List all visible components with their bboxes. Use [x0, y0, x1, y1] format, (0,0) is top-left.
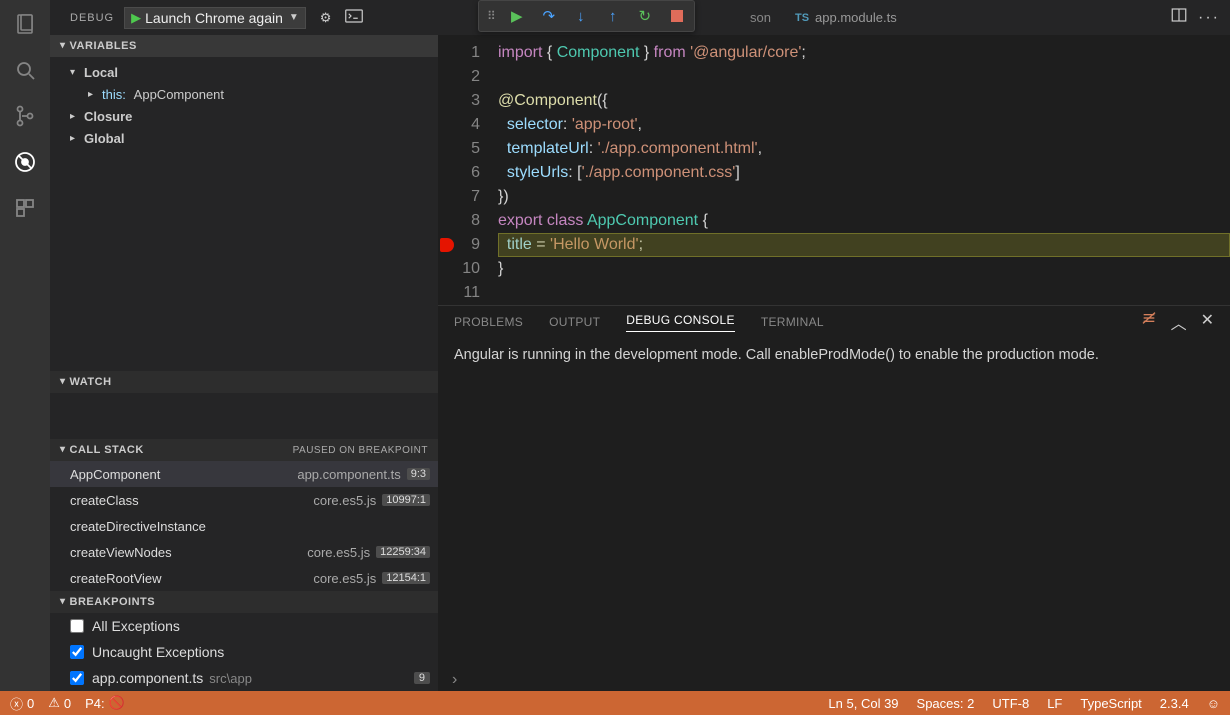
- debug-icon[interactable]: [11, 148, 39, 176]
- callstack-frame[interactable]: createRootViewcore.es5.js12154:1: [50, 565, 438, 591]
- variables-local[interactable]: ▾Local: [50, 61, 438, 83]
- breakpoint-item[interactable]: All Exceptions: [50, 613, 438, 639]
- chevron-down-icon: ▼: [289, 12, 299, 23]
- status-port[interactable]: P4: 🚫: [85, 695, 125, 711]
- source-control-icon[interactable]: [11, 102, 39, 130]
- step-over-button[interactable]: ↷: [540, 7, 558, 25]
- activity-bar: [0, 0, 50, 691]
- split-editor-icon[interactable]: [1170, 6, 1188, 29]
- breakpoint-item[interactable]: Uncaught Exceptions: [50, 639, 438, 665]
- stop-button[interactable]: [668, 7, 686, 25]
- variables-label: VARIABLES: [70, 40, 137, 52]
- chevron-up-icon[interactable]: ︿: [1171, 310, 1187, 334]
- bottom-panel: PROBLEMS OUTPUT DEBUG CONSOLE TERMINAL ︿…: [438, 305, 1230, 691]
- gear-icon[interactable]: ⚙: [320, 10, 332, 26]
- code-editor[interactable]: 1234567891011 import { Component } from …: [438, 35, 1230, 305]
- callstack-frame[interactable]: createViewNodescore.es5.js12259:34: [50, 539, 438, 565]
- search-icon[interactable]: [11, 56, 39, 84]
- breakpoint-checkbox[interactable]: [70, 671, 84, 685]
- play-icon: ▶: [131, 10, 141, 26]
- ts-icon: TS: [795, 12, 809, 24]
- continue-button[interactable]: ▶: [508, 7, 526, 25]
- status-lang[interactable]: TypeScript: [1080, 696, 1141, 711]
- step-out-button[interactable]: ↑: [604, 7, 622, 25]
- watch-section-header[interactable]: ▾WATCH: [50, 371, 438, 393]
- variables-global[interactable]: ▸Global: [50, 127, 438, 149]
- tab-app-module[interactable]: TSapp.module.ts: [783, 0, 909, 35]
- restart-button[interactable]: ↻: [636, 7, 654, 25]
- launch-config-label: Launch Chrome again: [145, 10, 283, 26]
- status-version[interactable]: 2.3.4: [1160, 696, 1189, 711]
- debug-console-icon[interactable]: [345, 9, 363, 26]
- breakpoint-marker[interactable]: [440, 238, 454, 252]
- callstack-frame[interactable]: createDirectiveInstance: [50, 513, 438, 539]
- clear-console-icon[interactable]: [1141, 310, 1157, 334]
- feedback-icon[interactable]: ☺: [1207, 696, 1220, 711]
- status-spaces[interactable]: Spaces: 2: [917, 696, 975, 711]
- tab-problems[interactable]: PROBLEMS: [454, 315, 523, 329]
- watch-label: WATCH: [70, 376, 112, 388]
- debug-sidebar: DEBUG ▶ Launch Chrome again ▼ ⚙ ▾VARIABL…: [50, 0, 438, 691]
- console-output: Angular is running in the development mo…: [454, 344, 1214, 366]
- tab-output[interactable]: OUTPUT: [549, 315, 600, 329]
- breakpoints-label: BREAKPOINTS: [70, 596, 156, 608]
- status-warnings[interactable]: ⚠ 0: [48, 695, 71, 711]
- variables-closure[interactable]: ▸Closure: [50, 105, 438, 127]
- callstack-frame[interactable]: AppComponentapp.component.ts9:3: [50, 461, 438, 487]
- panel-tabs: PROBLEMS OUTPUT DEBUG CONSOLE TERMINAL ︿…: [438, 306, 1230, 338]
- debug-toolbar[interactable]: ⠿ ▶ ↷ ↓ ↑ ↻: [478, 0, 695, 32]
- repl-input[interactable]: ›: [438, 669, 1230, 691]
- tab-json-partial[interactable]: son: [738, 0, 783, 35]
- breakpoint-item[interactable]: app.component.tssrc\app9: [50, 665, 438, 691]
- callstack-label: CALL STACK: [70, 444, 144, 456]
- editor-area: ⠿ ▶ ↷ ↓ ↑ ↻ son TSapp.module.ts ··· 1234…: [438, 0, 1230, 691]
- editor-tabs: ⠿ ▶ ↷ ↓ ↑ ↻ son TSapp.module.ts ···: [438, 0, 1230, 35]
- explorer-icon[interactable]: [11, 10, 39, 38]
- close-panel-icon[interactable]: ✕: [1201, 310, 1214, 334]
- grip-icon[interactable]: ⠿: [487, 9, 494, 23]
- breakpoint-checkbox[interactable]: [70, 619, 84, 633]
- extensions-icon[interactable]: [11, 194, 39, 222]
- tab-terminal[interactable]: TERMINAL: [761, 315, 824, 329]
- debug-title: DEBUG: [70, 12, 114, 24]
- breakpoint-checkbox[interactable]: [70, 645, 84, 659]
- callstack-frame[interactable]: createClasscore.es5.js10997:1: [50, 487, 438, 513]
- variables-section-header[interactable]: ▾VARIABLES: [50, 35, 438, 57]
- debug-header: DEBUG ▶ Launch Chrome again ▼ ⚙: [50, 0, 438, 35]
- callstack-status: PAUSED ON BREAKPOINT: [293, 445, 428, 456]
- status-bar: ⓧ 0 ⚠ 0 P4: 🚫 Ln 5, Col 39 Spaces: 2 UTF…: [0, 691, 1230, 715]
- variables-this[interactable]: ▸this: AppComponent: [50, 83, 438, 105]
- tab-debug-console[interactable]: DEBUG CONSOLE: [626, 313, 735, 332]
- launch-config-select[interactable]: ▶ Launch Chrome again ▼: [124, 7, 306, 29]
- more-icon[interactable]: ···: [1198, 9, 1220, 27]
- step-into-button[interactable]: ↓: [572, 7, 590, 25]
- status-errors[interactable]: ⓧ 0: [10, 694, 34, 713]
- status-encoding[interactable]: UTF-8: [992, 696, 1029, 711]
- status-eol[interactable]: LF: [1047, 696, 1062, 711]
- breakpoints-section-header[interactable]: ▾BREAKPOINTS: [50, 591, 438, 613]
- callstack-section-header[interactable]: ▾CALL STACK PAUSED ON BREAKPOINT: [50, 439, 438, 461]
- status-cursor[interactable]: Ln 5, Col 39: [828, 696, 898, 711]
